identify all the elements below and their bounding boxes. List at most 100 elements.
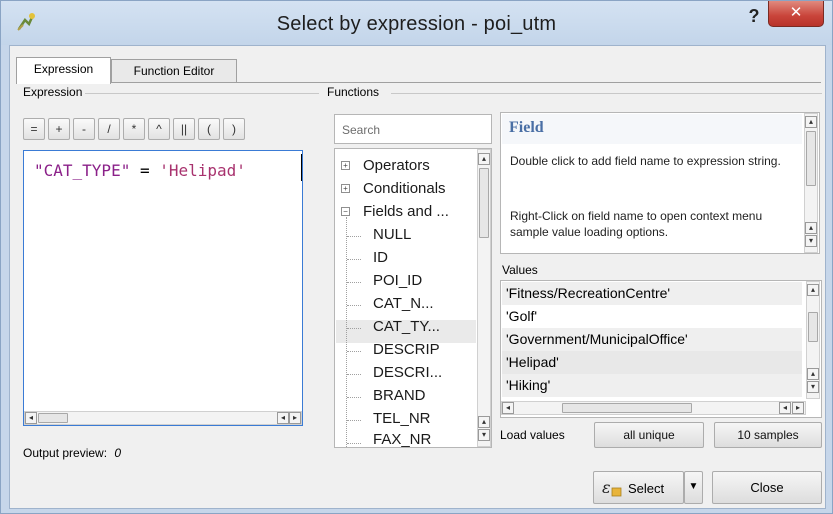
scroll-up-icon[interactable]: ▴ xyxy=(478,153,490,165)
operator-divide-button[interactable]: / xyxy=(98,118,120,140)
operator-multiply-button[interactable]: * xyxy=(123,118,145,140)
tree-connector xyxy=(347,397,361,398)
tree-connector xyxy=(347,443,361,444)
help-title: Field xyxy=(509,119,544,136)
tree-field-descri[interactable]: DESCRI... xyxy=(373,364,442,381)
collapse-minus-icon[interactable]: − xyxy=(341,207,350,216)
list-item[interactable]: 'Helipad' xyxy=(502,351,802,374)
expression-group-divider xyxy=(81,93,319,94)
help-vertical-scrollbar[interactable]: ▴ ▴ ▾ xyxy=(804,113,818,253)
scroll-up-icon[interactable]: ▴ xyxy=(807,368,819,380)
output-preview-label: Output preview: xyxy=(23,446,108,460)
all-unique-button[interactable]: all unique xyxy=(594,422,704,448)
operator-minus-button[interactable]: - xyxy=(73,118,95,140)
close-button[interactable]: Close xyxy=(712,471,822,504)
title-bar[interactable]: Select by expression - poi_utm ? ✕ xyxy=(1,1,832,45)
scroll-thumb[interactable] xyxy=(562,403,692,413)
dialog-window: Select by expression - poi_utm ? ✕ Expre… xyxy=(0,0,833,514)
expression-editor[interactable]: "CAT_TYPE" = 'Helipad' ◂ ◂ ▸ xyxy=(23,150,303,426)
list-item[interactable]: 'Hiking' xyxy=(502,374,802,397)
tree-connector xyxy=(347,328,361,329)
tree-field-id[interactable]: ID xyxy=(373,249,388,266)
scroll-right-icon[interactable]: ▸ xyxy=(289,412,301,424)
svg-text:ε: ε xyxy=(602,478,611,497)
scroll-left-icon[interactable]: ◂ xyxy=(277,412,289,424)
scroll-left-icon[interactable]: ◂ xyxy=(779,402,791,414)
scroll-thumb[interactable] xyxy=(806,131,816,186)
output-preview: Output preview: 0 xyxy=(23,446,121,460)
tree-field-poi-id[interactable]: POI_ID xyxy=(373,272,422,289)
list-item[interactable]: 'Fitness/RecreationCentre' xyxy=(502,282,802,305)
function-tree[interactable]: + Operators + Conditionals − Fields and … xyxy=(334,148,492,448)
scroll-down-icon[interactable]: ▾ xyxy=(805,235,817,247)
tree-field-null[interactable]: NULL xyxy=(373,226,411,243)
search-placeholder: Search xyxy=(342,123,381,137)
load-values-label: Load values xyxy=(500,428,565,442)
tree-group-fields[interactable]: Fields and ... xyxy=(363,203,449,220)
tree-connector xyxy=(347,374,361,375)
scroll-right-icon[interactable]: ▸ xyxy=(792,402,804,414)
tab-expression[interactable]: Expression xyxy=(16,57,111,84)
ten-samples-button[interactable]: 10 samples xyxy=(714,422,822,448)
values-vertical-scrollbar[interactable]: ▴ ▴ ▾ xyxy=(806,281,820,399)
scroll-up-icon[interactable]: ▴ xyxy=(805,116,817,128)
tree-field-cat-n[interactable]: CAT_N... xyxy=(373,295,434,312)
expression-epsilon-icon: ε xyxy=(602,478,622,497)
scroll-left-icon[interactable]: ◂ xyxy=(502,402,514,414)
window-title: Select by expression - poi_utm xyxy=(276,13,557,35)
help-text-line-2: Right-Click on field name to open contex… xyxy=(510,209,763,239)
scroll-up-icon[interactable]: ▴ xyxy=(805,222,817,234)
tab-function-editor[interactable]: Function Editor xyxy=(111,59,237,83)
operator-equals-button[interactable]: = xyxy=(23,118,45,140)
operator-close-paren-button[interactable]: ) xyxy=(223,118,245,140)
expression-field-token: "CAT_TYPE" xyxy=(34,161,131,180)
functions-group-label: Functions xyxy=(327,85,383,99)
scroll-thumb[interactable] xyxy=(38,413,68,423)
help-title-bar xyxy=(502,114,802,144)
values-horizontal-scrollbar[interactable]: ◂ ◂ ▸ xyxy=(501,401,806,415)
tree-connector xyxy=(346,217,347,447)
tree-connector xyxy=(347,236,361,237)
functions-group-divider xyxy=(391,93,822,94)
operator-concat-button[interactable]: || xyxy=(173,118,195,140)
expression-string-token: 'Helipad' xyxy=(159,161,246,180)
expand-plus-icon[interactable]: + xyxy=(341,184,350,193)
values-list[interactable]: 'Fitness/RecreationCentre' 'Golf' 'Gover… xyxy=(500,280,822,418)
output-preview-value: 0 xyxy=(114,446,122,460)
scroll-down-icon[interactable]: ▾ xyxy=(478,429,490,441)
expand-plus-icon[interactable]: + xyxy=(341,161,350,170)
tree-connector xyxy=(347,282,361,283)
tree-field-brand[interactable]: BRAND xyxy=(373,387,426,404)
list-item[interactable]: 'Golf' xyxy=(502,305,802,328)
expression-text: "CAT_TYPE" = 'Helipad' xyxy=(34,161,246,180)
select-options-dropdown[interactable]: ▼ xyxy=(684,471,703,504)
tree-group-conditionals[interactable]: Conditionals xyxy=(363,180,446,197)
tree-group-operators[interactable]: Operators xyxy=(363,157,430,174)
function-help-panel: Field Double click to add field name to … xyxy=(500,112,820,254)
help-button[interactable]: ? xyxy=(742,5,766,27)
tree-field-cat-type[interactable]: CAT_TY... xyxy=(373,318,440,335)
tree-field-fax-nr[interactable]: FAX_NR xyxy=(373,431,431,447)
operator-power-button[interactable]: ^ xyxy=(148,118,170,140)
window-close-button[interactable]: ✕ xyxy=(768,1,824,27)
scroll-up-icon[interactable]: ▴ xyxy=(478,416,490,428)
chevron-down-icon: ▼ xyxy=(688,481,699,492)
scroll-down-icon[interactable]: ▾ xyxy=(807,381,819,393)
scroll-left-icon[interactable]: ◂ xyxy=(25,412,37,424)
text-caret xyxy=(301,154,302,181)
tree-field-tel-nr[interactable]: TEL_NR xyxy=(373,410,431,427)
expression-group-label: Expression xyxy=(23,85,86,99)
scroll-thumb[interactable] xyxy=(479,168,489,238)
operator-plus-button[interactable]: + xyxy=(48,118,70,140)
operator-open-paren-button[interactable]: ( xyxy=(198,118,220,140)
tree-vertical-scrollbar[interactable]: ▴ ▴ ▾ xyxy=(477,149,491,447)
select-button-label: Select xyxy=(628,481,665,496)
tree-field-descrip[interactable]: DESCRIP xyxy=(373,341,440,358)
function-search-input[interactable]: Search xyxy=(334,114,492,144)
expression-horizontal-scrollbar[interactable]: ◂ ◂ ▸ xyxy=(24,411,302,425)
list-item[interactable]: 'Government/MunicipalOffice' xyxy=(502,328,802,351)
values-label: Values xyxy=(502,263,538,277)
scroll-thumb[interactable] xyxy=(808,312,818,342)
scroll-up-icon[interactable]: ▴ xyxy=(807,284,819,296)
select-button[interactable]: ε Select xyxy=(593,471,684,504)
